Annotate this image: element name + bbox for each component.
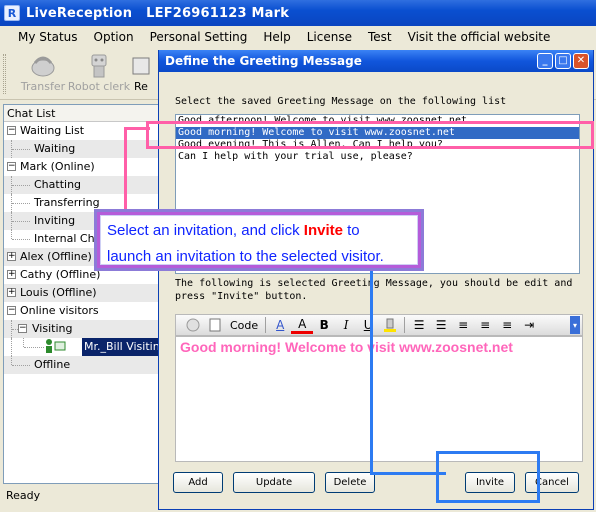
tree-item-online-visitors[interactable]: − Online visitors [4,302,159,320]
edit-label-line2: press "Invite" button. [175,291,308,302]
annotation-connector-pink [124,127,150,209]
minimize-icon[interactable]: _ [537,53,553,69]
robot-icon [84,52,114,80]
transfer-icon [28,52,58,80]
expand-icon[interactable]: + [7,288,16,297]
update-button[interactable]: Update [233,472,315,493]
collapse-icon[interactable]: − [7,126,16,135]
app-logo-icon: R [4,5,20,21]
image-icon[interactable] [204,316,226,334]
menu-my-status[interactable]: My Status [0,26,86,48]
tree-item-label: Visiting [32,322,73,335]
callout-text-2: to [342,222,360,239]
align-center-icon[interactable]: ≡ [474,316,496,334]
tree-item-label: Cathy (Offline) [20,268,101,281]
menu-personal-setting[interactable]: Personal Setting [142,26,256,48]
code-button[interactable]: Code [230,319,258,332]
instruction-callout: Select an invitation, and click Invite t… [94,209,424,271]
close-icon[interactable]: ✕ [573,53,589,69]
app-name: LiveReception [26,5,133,21]
italic-icon[interactable]: I [335,316,357,334]
font-color-icon[interactable]: A [291,316,314,334]
emoticon-icon[interactable] [182,316,204,334]
invite-button-highlight [436,451,540,503]
tree-item-visiting[interactable]: − Visiting [4,320,159,338]
refresh-label: Re [134,80,148,93]
greeting-list-label: Select the saved Greeting Message on the… [175,96,507,107]
callout-text-3: launch an invitation to the selected vis… [107,248,384,265]
collapse-icon[interactable]: − [18,324,27,333]
tree-item-label: Offline [34,358,71,371]
expand-icon[interactable]: + [7,252,16,261]
tree-item-label: Waiting List [20,124,85,137]
align-right-icon[interactable]: ≡ [496,316,518,334]
tree-item-label: Mr._Bill Visiting [82,338,159,356]
refresh-icon [126,52,156,80]
app-title-bar: R LiveReception LEF26961123 Mark [0,0,596,26]
indent-icon[interactable]: ⇥ [518,316,540,334]
menu-bar: My Status Option Personal Setting Help L… [0,26,596,48]
delete-button[interactable]: Delete [325,472,375,493]
callout-highlight: Invite [303,222,343,239]
dialog-title-bar: Define the Greeting Message _ □ ✕ [159,50,593,72]
callout-text-1: Select an invitation, and click [107,222,304,239]
maximize-icon[interactable]: □ [555,53,571,69]
tree-item-label: Inviting [34,214,76,227]
tree-item-louis-offline[interactable]: + Louis (Offline) [4,284,159,302]
tree-item-label: Louis (Offline) [20,286,97,299]
font-size-icon[interactable]: A [269,316,291,334]
tree-item-label: Mark (Online) [20,160,95,173]
align-left-icon[interactable]: ≡ [452,316,474,334]
editor-message: Good morning! Welcome to visit www.zoosn… [180,339,513,355]
tree-item-offline[interactable]: Offline [4,356,159,374]
bold-icon[interactable]: B [313,316,335,334]
menu-option[interactable]: Option [86,26,142,48]
robot-clerk-label: Robot clerk [67,80,131,93]
expand-icon[interactable]: + [7,270,16,279]
refresh-button[interactable]: Re [124,52,158,98]
add-button[interactable]: Add [173,472,223,493]
menu-help[interactable]: Help [255,26,298,48]
toolbar-grip[interactable] [3,54,6,94]
collapse-icon[interactable]: − [7,306,16,315]
dialog-title: Define the Greeting Message [165,54,362,68]
callout-body: Select an invitation, and click Invite t… [100,215,418,265]
status-bar: Ready [6,489,41,502]
selected-greeting-highlight [146,121,594,149]
tree-item-label: Chatting [34,178,82,191]
toolbar-expand-icon[interactable]: ▾ [570,316,580,334]
tree-item-label: Online visitors [20,304,99,317]
tree-item-label: Transferring [34,196,100,209]
menu-visit-website[interactable]: Visit the official website [400,26,559,48]
menu-license[interactable]: License [299,26,360,48]
transfer-label: Transfer [20,80,66,93]
annotation-connector-blue [370,271,446,475]
tree-item-label: Waiting [34,142,76,155]
window-user: LEF26961123 Mark [146,5,290,21]
menu-test[interactable]: Test [360,26,400,48]
tree-item-visitor-bill[interactable]: Mr._Bill Visiting [4,338,159,356]
chat-list-header: Chat List [4,105,159,122]
greeting-item[interactable]: Can I help with your trial use, please? [176,151,579,163]
collapse-icon[interactable]: − [7,162,16,171]
tree-item-label: Alex (Offline) [20,250,92,263]
